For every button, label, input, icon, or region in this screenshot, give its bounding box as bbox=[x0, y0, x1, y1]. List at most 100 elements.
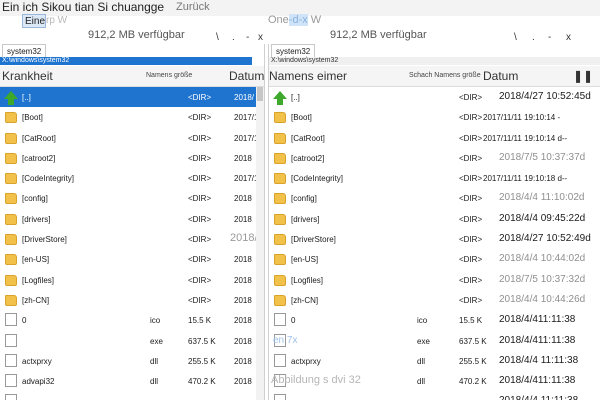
table-row[interactable]: [Boot] <DIR> 2017/11/11 19:10:14 - bbox=[269, 107, 589, 127]
table-row[interactable]: [Logfiles] <DIR> 2018 bbox=[0, 270, 256, 290]
file-date: 2018/ bbox=[234, 93, 255, 102]
left-column-header: Krankheit Namens größe Datum bbox=[0, 66, 264, 87]
right-col-size[interactable]: Schach Namens größe bbox=[409, 72, 481, 79]
table-row[interactable]: [drivers] <DIR> 2018/4/4 09:45:22d bbox=[269, 209, 589, 229]
table-row[interactable]: [..] <DIR> 2018/4/27 10:52:45d bbox=[269, 87, 591, 107]
table-row[interactable]: [config] <DIR> 2018/4/4 11:10:02d bbox=[269, 188, 589, 208]
file-name: [CodeIntegrity] bbox=[291, 174, 344, 184]
table-row[interactable]: en 7x exe 637.5 K 2018/4/411:11:38 bbox=[269, 331, 589, 351]
table-row[interactable]: advapi32 dll 470.2 K 2018 bbox=[0, 371, 256, 391]
table-row[interactable]: [Boot] <DIR> 2017/1 bbox=[0, 107, 258, 127]
right-col-name[interactable]: Namens eimer bbox=[269, 69, 347, 83]
file-name: actxprxy bbox=[291, 356, 321, 366]
left-scroll-thumb[interactable] bbox=[257, 87, 263, 101]
left-tool-3[interactable]: - bbox=[246, 32, 249, 43]
table-row[interactable]: 2018/4/4 11:11:38 bbox=[269, 391, 589, 400]
file-date: 2018/4/4 11:11:38 bbox=[499, 395, 578, 400]
up-arrow-stem-icon bbox=[277, 99, 283, 105]
file-size: <DIR> bbox=[188, 174, 212, 184]
file-type: dll bbox=[417, 377, 426, 387]
left-path-tab[interactable]: system32 bbox=[2, 44, 47, 58]
table-row[interactable]: exe 637.5 K 2018 bbox=[0, 331, 256, 351]
back-button[interactable]: Zurück bbox=[176, 1, 210, 13]
table-row[interactable]: Abbildung s dvi 32 dll 470.2 K 2018/4/411:1… bbox=[269, 371, 589, 391]
tab-left[interactable]: Eine bbox=[22, 14, 46, 28]
right-close-x[interactable]: x bbox=[566, 32, 571, 43]
table-row[interactable]: [en-US] <DIR> 2018/4/4 10:44:02d bbox=[269, 249, 589, 269]
right-drive-free: 912,2 MB verfügbar bbox=[330, 29, 427, 41]
table-row[interactable]: 0 ico 15.5 K 2018 bbox=[0, 310, 256, 330]
file-size: <DIR> bbox=[459, 275, 483, 285]
right-column-header: Namens eimer Schach Namens größe Datum ❚… bbox=[269, 66, 600, 87]
left-tool-1[interactable]: \ bbox=[216, 32, 219, 43]
file-icon bbox=[5, 313, 17, 327]
file-icon bbox=[5, 374, 17, 388]
file-size: 255.5 K bbox=[459, 356, 487, 366]
table-row[interactable]: [..] <DIR> 2018/ bbox=[0, 87, 256, 108]
left-close-x[interactable]: x bbox=[258, 32, 263, 43]
file-name: [Boot] bbox=[22, 113, 43, 123]
tab-right[interactable]: One-d-x W bbox=[268, 14, 321, 26]
file-size: <DIR> bbox=[459, 235, 483, 245]
table-row[interactable]: [DriverStore] <DIR> 2018/ bbox=[0, 229, 258, 249]
right-tool-2[interactable]: . bbox=[532, 32, 535, 43]
table-row[interactable]: 0 ico 15.5 K 2018/4/411:11:38 bbox=[269, 310, 589, 330]
tab-left-ghost: rp W bbox=[46, 15, 68, 26]
left-col-name[interactable]: Krankheit bbox=[2, 69, 53, 83]
table-row[interactable]: [Logfiles] <DIR> 2018/7/5 10:37:32d bbox=[269, 270, 589, 290]
left-tool-2[interactable]: . bbox=[232, 32, 235, 43]
table-row[interactable]: [catroot2] <DIR> 2018/7/5 10:37:37d bbox=[269, 148, 589, 168]
file-icon bbox=[5, 333, 17, 347]
file-size: 15.5 K bbox=[459, 316, 483, 326]
table-row[interactable] bbox=[0, 391, 256, 400]
file-name: [drivers] bbox=[291, 214, 320, 224]
file-name: actxprxy bbox=[22, 356, 52, 366]
left-path-bar[interactable]: X:\windows\system32 bbox=[0, 57, 252, 65]
up-arrow-stem-icon bbox=[8, 99, 14, 105]
right-tool-3[interactable]: - bbox=[548, 32, 551, 43]
table-row[interactable]: [CatRoot] <DIR> 2017/1 bbox=[0, 128, 258, 148]
file-type: ico bbox=[150, 316, 161, 326]
file-name: [Logfiles] bbox=[22, 275, 55, 285]
file-date: 2018/4/27 10:52:49d bbox=[499, 233, 591, 245]
file-date: 2018 bbox=[234, 214, 252, 224]
file-name: [zh-CN] bbox=[22, 295, 50, 305]
left-scrollbar[interactable] bbox=[256, 87, 264, 400]
right-path-tab[interactable]: system32 bbox=[271, 44, 316, 58]
table-row[interactable]: [config] <DIR> 2018 bbox=[0, 188, 256, 208]
right-tool-1[interactable]: \ bbox=[514, 32, 517, 43]
right-col-pause-icon[interactable]: ❚❚ bbox=[573, 69, 593, 83]
file-size: 470.2 K bbox=[459, 377, 487, 387]
table-row[interactable]: [zh-CN] <DIR> 2018/4/4 10:44:26d bbox=[269, 290, 589, 310]
file-name: [CatRoot] bbox=[291, 133, 325, 143]
table-row[interactable]: [CodeIntegrity] <DIR> 2017/11/11 19:10:18 … bbox=[269, 168, 589, 188]
file-size: <DIR> bbox=[188, 255, 212, 265]
file-date: 2017/11/11 19:10:18 d-- bbox=[483, 174, 568, 184]
file-name: [catroot2] bbox=[291, 153, 325, 163]
left-drive-free: 912,2 MB verfügbar bbox=[88, 29, 185, 41]
table-row[interactable]: [CodeIntegrity] <DIR> 2017/1 bbox=[0, 168, 258, 188]
file-type: exe bbox=[417, 336, 430, 346]
table-row[interactable]: [catroot2] <DIR> 2018 bbox=[0, 148, 256, 168]
table-row[interactable]: actxprxy dll 255.5 K 2018/4/4 11:11:38 bbox=[269, 351, 589, 371]
file-date: 2018 bbox=[234, 316, 252, 326]
file-date: 2018 bbox=[234, 295, 252, 305]
file-name: [CatRoot] bbox=[22, 133, 56, 143]
left-col-date[interactable]: Datum bbox=[229, 69, 264, 83]
folder-icon bbox=[274, 254, 286, 266]
table-row[interactable]: [DriverStore] <DIR> 2018/4/27 10:52:49d bbox=[269, 229, 591, 249]
file-name: [Logfiles] bbox=[291, 275, 324, 285]
table-row[interactable]: [zh-CN] <DIR> 2018 bbox=[0, 290, 256, 310]
table-row[interactable]: actxprxy dll 255.5 K 2018 bbox=[0, 351, 256, 371]
file-date: 2018/4/411:11:38 bbox=[499, 375, 576, 387]
left-col-size[interactable]: Namens größe bbox=[146, 72, 192, 79]
file-name: [drivers] bbox=[22, 214, 51, 224]
file-date: 2017/11/11 19:10:14 d-- bbox=[483, 133, 568, 143]
file-date: 2018/4/411:11:38 bbox=[499, 314, 576, 326]
right-path-bar[interactable]: X:\windows\system32 bbox=[269, 57, 600, 65]
file-date: 2018/7/5 10:37:32d bbox=[499, 273, 586, 285]
right-col-date[interactable]: Datum bbox=[483, 69, 518, 83]
table-row[interactable]: [en-US] <DIR> 2018 bbox=[0, 249, 256, 269]
table-row[interactable]: [CatRoot] <DIR> 2017/11/11 19:10:14 d-- bbox=[269, 128, 589, 148]
table-row[interactable]: [drivers] <DIR> 2018 bbox=[0, 209, 256, 229]
